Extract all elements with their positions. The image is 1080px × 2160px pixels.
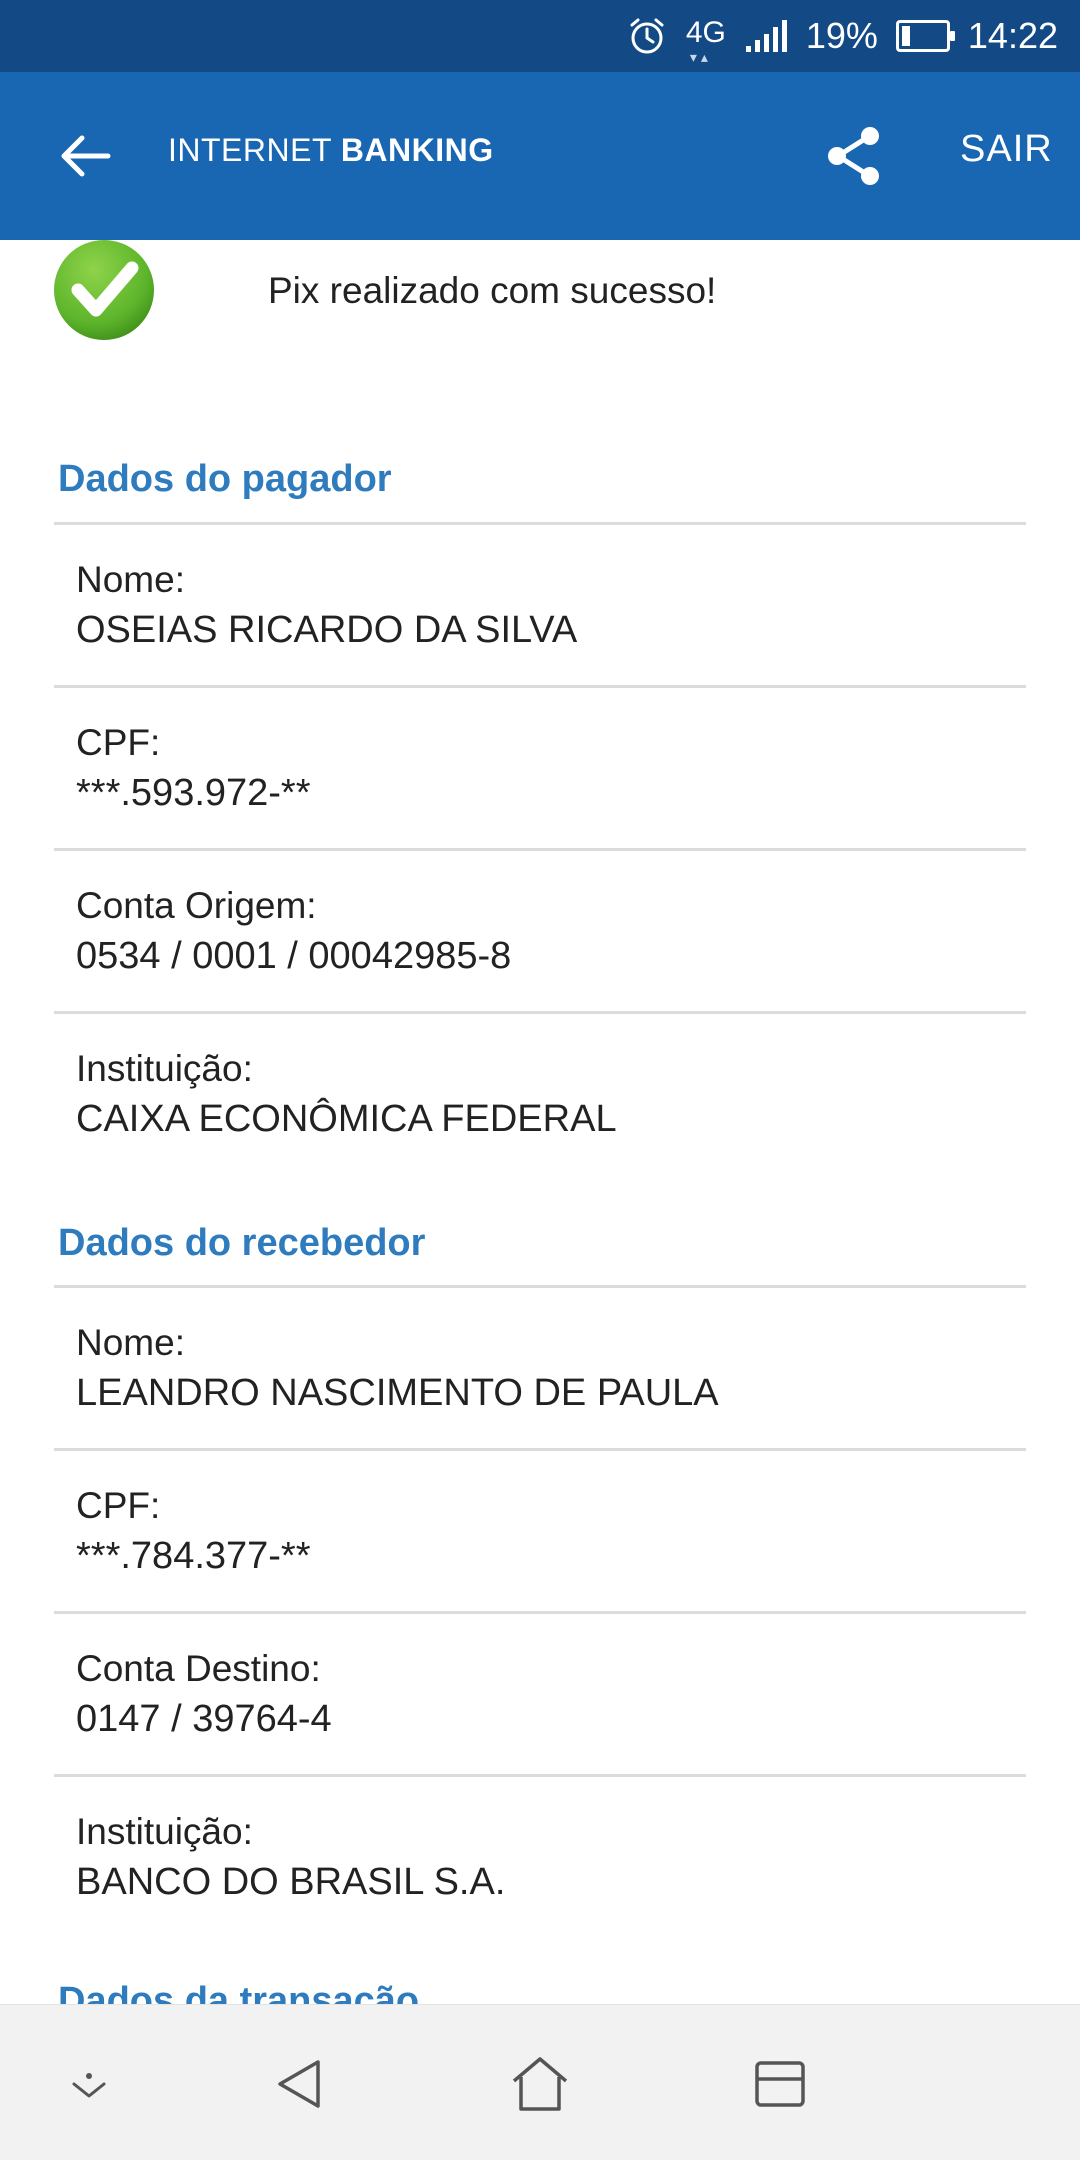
payer-cpf-field: CPF: ***.593.972-** [54, 685, 1026, 848]
chevron-down-icon [72, 2073, 106, 2098]
network-type: 4G ▾▴ [685, 16, 726, 65]
home-nav-button[interactable] [505, 2049, 575, 2119]
battery-fill [901, 26, 910, 46]
field-label: Instituição: [76, 1811, 253, 1852]
triangle-back-icon [278, 2060, 320, 2108]
field-label: Instituição: [76, 1048, 253, 1089]
payer-institution-field: Instituição: CAIXA ECONÔMICA FEDERAL [54, 1011, 1026, 1174]
field-value: LEANDRO NASCIMENTO DE PAULA [76, 1372, 719, 1414]
app-bar: INTERNET BANKING SAIR [0, 72, 1080, 240]
recents-icon [755, 2061, 805, 2107]
clock: 14:22 [967, 15, 1058, 56]
receiver-name-field: Nome: LEANDRO NASCIMENTO DE PAULA [54, 1285, 1026, 1448]
back-nav-button[interactable] [265, 2049, 335, 2119]
field-value: OSEIAS RICARDO DA SILVA [76, 609, 578, 651]
payer-name-field: Nome: OSEIAS RICARDO DA SILVA [54, 522, 1026, 685]
field-value: 0534 / 0001 / 00042985-8 [76, 935, 512, 977]
field-value: BANCO DO BRASIL S.A. [76, 1861, 506, 1903]
system-navigation-bar [0, 2004, 1080, 2160]
hide-nav-button[interactable] [54, 2049, 124, 2119]
field-label: Nome: [76, 559, 185, 600]
share-button[interactable] [820, 122, 888, 190]
alarm-icon [626, 15, 668, 57]
exit-button[interactable]: SAIR [960, 128, 1053, 171]
receiver-account-field: Conta Destino: 0147 / 39764-4 [54, 1611, 1026, 1774]
field-label: CPF: [76, 722, 161, 763]
field-label: Nome: [76, 1322, 185, 1363]
brand-logo: INTERNET BANKING [168, 132, 494, 169]
field-value: ***.784.377-** [76, 1535, 311, 1577]
network-label: 4G [685, 16, 726, 49]
receiver-section-title: Dados do recebedor [58, 1222, 426, 1264]
brand-bold: BANKING [340, 132, 494, 168]
field-value: ***.593.972-** [76, 772, 311, 814]
data-arrows-icon: ▾▴ [689, 49, 712, 65]
field-label: Conta Destino: [76, 1648, 321, 1689]
receiver-institution-field: Instituição: BANCO DO BRASIL S.A. [54, 1774, 1026, 1937]
payer-section-title: Dados do pagador [58, 458, 392, 500]
home-icon [512, 2057, 568, 2111]
check-icon [52, 238, 156, 342]
brand-light: INTERNET [168, 132, 332, 168]
recents-nav-button[interactable] [745, 2049, 815, 2119]
battery-icon [895, 20, 955, 52]
receiver-cpf-field: CPF: ***.784.377-** [54, 1448, 1026, 1611]
share-icon [828, 127, 879, 185]
battery-percent: 19% [805, 15, 878, 56]
status-bar: 4G ▾▴ 19% 14:22 [0, 0, 1080, 72]
signal-icon [744, 18, 788, 54]
back-button[interactable] [52, 122, 120, 190]
field-value: 0147 / 39764-4 [76, 1698, 332, 1740]
field-value: CAIXA ECONÔMICA FEDERAL [76, 1098, 617, 1140]
arrow-left-icon [61, 135, 111, 177]
field-label: Conta Origem: [76, 885, 317, 926]
success-message: Pix realizado com sucesso! [268, 270, 717, 311]
payer-account-field: Conta Origem: 0534 / 0001 / 00042985-8 [54, 848, 1026, 1011]
field-label: CPF: [76, 1485, 161, 1526]
